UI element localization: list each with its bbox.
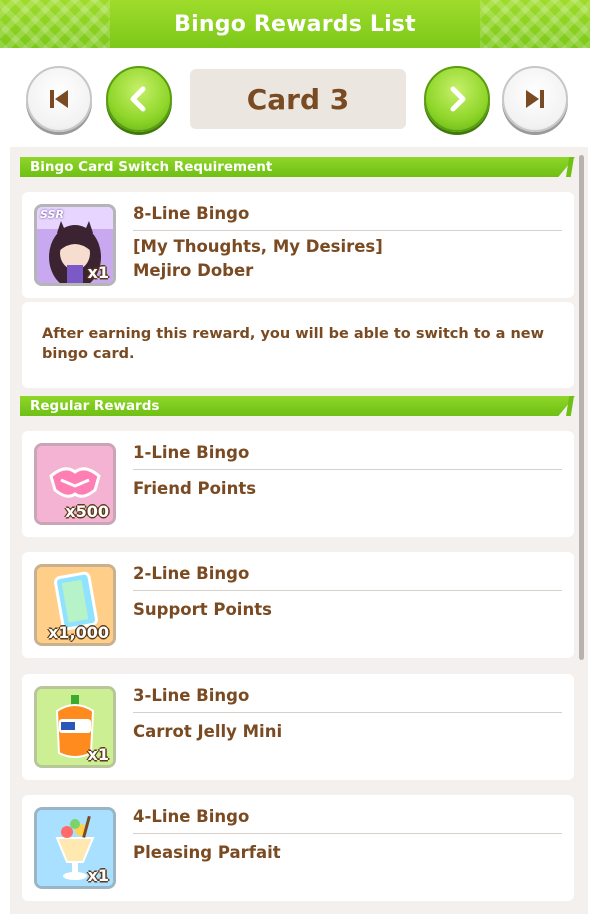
reward-qty: x1: [87, 263, 109, 282]
reward-name-line2: Mejiro Dober: [133, 261, 254, 280]
support-point-card-icon: x1,000: [34, 564, 116, 646]
ssr-badge: SSR: [40, 208, 64, 221]
last-card-button[interactable]: [502, 66, 568, 132]
card-navigation: Card 3: [0, 58, 590, 142]
reward-qty: x1: [87, 866, 109, 885]
card-indicator: Card 3: [190, 69, 406, 129]
chevron-left-icon: [130, 86, 146, 112]
divider: [133, 712, 562, 713]
divider: [133, 833, 562, 834]
reward-card-3: x1 3-Line Bingo Carrot Jelly Mini: [22, 674, 574, 780]
first-card-button[interactable]: [26, 66, 92, 132]
reward-card-2: x1,000 2-Line Bingo Support Points: [22, 552, 574, 658]
card-label: Card 3: [246, 82, 350, 116]
reward-title: 4-Line Bingo: [133, 807, 250, 826]
section-label-regular: Regular Rewards: [30, 398, 160, 414]
skip-last-icon: [526, 90, 544, 108]
reward-qty: x1,000: [48, 623, 109, 642]
skip-first-icon: [50, 90, 68, 108]
scrollbar[interactable]: [579, 155, 584, 660]
next-card-button[interactable]: [424, 66, 490, 132]
reward-title: 8-Line Bingo: [133, 204, 250, 223]
divider: [133, 590, 562, 591]
reward-name: Support Points: [133, 600, 272, 619]
reward-title: 3-Line Bingo: [133, 686, 250, 705]
reward-qty: x500: [65, 502, 109, 521]
previous-card-button[interactable]: [106, 66, 172, 132]
reward-name: Pleasing Parfait: [133, 843, 281, 862]
reward-qty: x1: [87, 745, 109, 764]
divider: [133, 230, 562, 231]
divider: [133, 469, 562, 470]
handshake-icon: x500: [34, 443, 116, 525]
reward-title: 2-Line Bingo: [133, 564, 250, 583]
section-header-switch: Bingo Card Switch Requirement: [20, 157, 575, 177]
reward-card-4: x1 4-Line Bingo Pleasing Parfait: [22, 795, 574, 901]
reward-name-line1: [My Thoughts, My Desires]: [133, 237, 383, 256]
section-header-regular: Regular Rewards: [20, 396, 575, 416]
section-label-switch: Bingo Card Switch Requirement: [30, 159, 273, 175]
reward-card-1: x500 1-Line Bingo Friend Points: [22, 431, 574, 537]
chevron-right-icon: [450, 86, 466, 112]
title-bar: Bingo Rewards List: [0, 0, 590, 48]
rewards-list[interactable]: Bingo Card Switch Requirement SSR x1 8-L…: [10, 147, 588, 914]
switch-note: After earning this reward, you will be a…: [22, 302, 574, 388]
parfait-icon: x1: [34, 807, 116, 889]
reward-name: Friend Points: [133, 479, 257, 498]
page-title: Bingo Rewards List: [174, 11, 416, 37]
reward-card-switch: SSR x1 8-Line Bingo [My Thoughts, My Des…: [22, 192, 574, 298]
carrot-jelly-icon: x1: [34, 686, 116, 768]
reward-name: Carrot Jelly Mini: [133, 722, 283, 741]
support-card-portrait: SSR x1: [34, 204, 116, 286]
reward-title: 1-Line Bingo: [133, 443, 250, 462]
switch-note-text: After earning this reward, you will be a…: [42, 326, 545, 362]
